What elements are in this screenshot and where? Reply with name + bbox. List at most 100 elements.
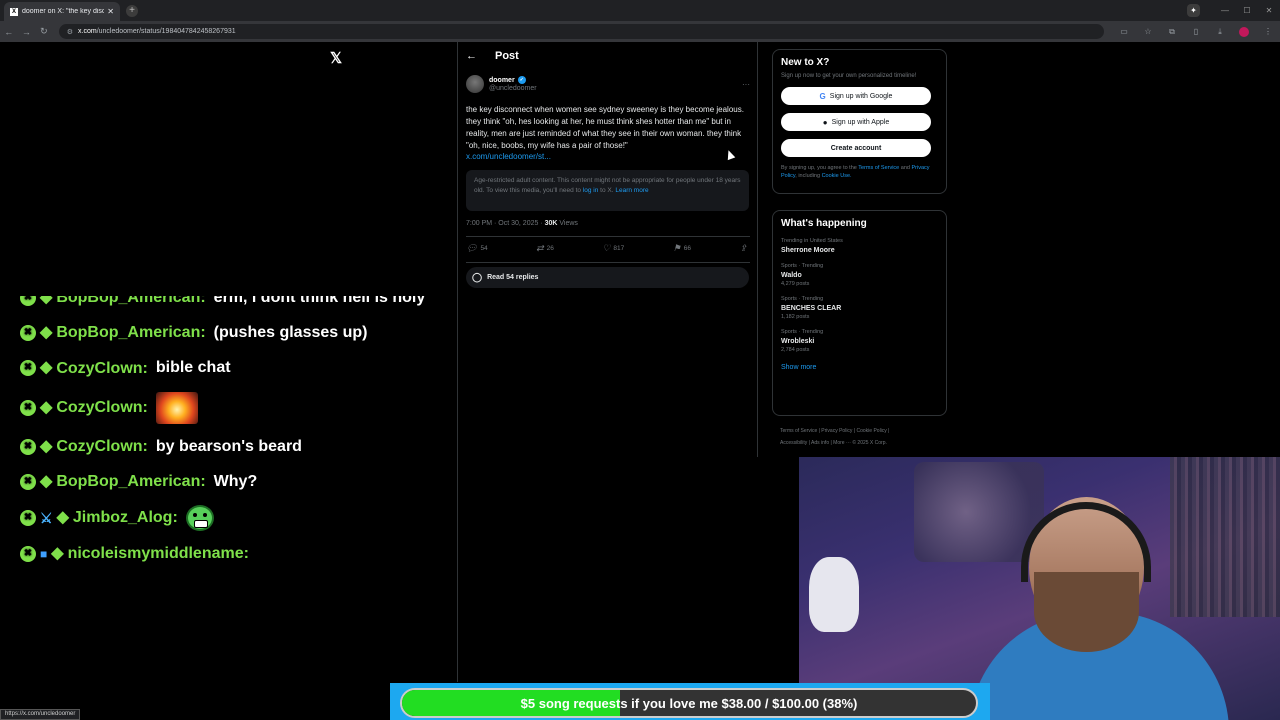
google-signup-button[interactable]: G Sign up with Google — [781, 87, 931, 105]
gift-badge-icon: ■ — [40, 547, 48, 562]
signup-subtitle: Sign up now to get your own personalized… — [781, 73, 917, 79]
post-link[interactable]: x.com/uncledoomer/st... — [466, 152, 551, 161]
extension-icon[interactable]: ✦ — [1187, 4, 1200, 17]
bookmark-button[interactable]: ⚑ 66 — [673, 243, 691, 254]
bookmark-icon: ⚑ — [672, 243, 681, 253]
webcam-feed — [799, 457, 1280, 720]
separator — [466, 262, 750, 263]
browser-tab[interactable]: X doomer on X: "the key disconnect ✕ — [4, 2, 120, 21]
age-login-link[interactable]: log in — [583, 187, 599, 194]
mod-badge-icon: ✖ — [20, 325, 36, 342]
mod-badge-icon: ✖ — [20, 360, 36, 377]
verified-badge-icon: ✓ — [517, 76, 526, 84]
trend-count: 4,279 posts — [781, 281, 810, 287]
menu-icon[interactable]: ⋮ — [1256, 27, 1280, 36]
chat-text: by bearson's beard — [155, 437, 302, 455]
reply-button[interactable]: 💬︎ 54 — [466, 243, 488, 254]
new-tab-button[interactable]: + — [126, 4, 138, 17]
legal-text: By signing up, you agree to the — [781, 165, 857, 171]
apple-icon: ● — [822, 117, 828, 127]
trend-item[interactable]: Sports · Trending Wrobleski 2,784 posts — [781, 329, 938, 353]
chat-username: CozyClown: — [56, 437, 148, 455]
apple-signup-label: Sign up with Apple — [831, 118, 890, 126]
diamond-badge-icon: ◆ — [40, 472, 53, 490]
trend-item[interactable]: Trending in United States Sherrone Moore — [781, 238, 938, 254]
diamond-badge-icon: ◆ — [40, 437, 53, 455]
legal-including: , including — [795, 173, 821, 179]
footer-line-1[interactable]: Terms of Service | Privacy Policy | Cook… — [780, 425, 950, 437]
mod-badge-icon: ✖ — [20, 510, 36, 527]
donation-goal-bar: $5 song requests if you love me $38.00 /… — [400, 688, 978, 718]
tab-close-icon[interactable]: ✕ — [107, 7, 114, 16]
chat-text: Why? — [213, 473, 258, 491]
repost-count: 26 — [546, 245, 554, 252]
author-display-name[interactable]: doomer ✓ — [489, 76, 537, 84]
cookie-link[interactable]: Cookie Use. — [822, 173, 852, 179]
trend-name: BENCHES CLEAR — [781, 305, 842, 312]
apple-signup-button[interactable]: ● Sign up with Apple — [781, 113, 931, 131]
like-button[interactable]: ♡ 817 — [602, 243, 624, 254]
create-account-button[interactable]: Create account — [781, 139, 931, 157]
trend-item[interactable]: Sports · Trending Waldo 4,279 posts — [781, 263, 938, 287]
bookmark-count: 66 — [683, 245, 692, 252]
minimize-icon[interactable]: — — [1214, 6, 1236, 15]
trend-name: Sherrone Moore — [781, 247, 835, 254]
author-avatar[interactable] — [466, 75, 484, 93]
learn-more-link[interactable]: Learn more — [615, 187, 648, 194]
mod-badge-icon: ✖ — [20, 399, 36, 416]
tab-title: doomer on X: "the key disconnect — [22, 8, 105, 15]
post-author: doomer ✓ @uncledoomer ··· — [466, 75, 750, 93]
extensions-icon[interactable]: ⧉ — [1160, 27, 1184, 37]
chat-message: ✖ ◆ CozyClown: by bearson's beard — [20, 435, 440, 459]
chat-username: Jimboz_Alog: — [72, 509, 178, 527]
x-logo-icon[interactable]: 𝕏 — [330, 49, 342, 67]
mod-badge-icon: ✖ — [20, 546, 36, 563]
close-window-icon[interactable]: ✕ — [1258, 6, 1280, 15]
chat-text: bible chat — [155, 359, 231, 377]
site-info-icon[interactable]: ⚙ — [67, 28, 73, 36]
back-icon[interactable]: ← — [0, 27, 18, 37]
show-more-link[interactable]: Show more — [781, 364, 938, 371]
post-timestamp[interactable]: 7:00 PM · Oct 30, 2025 · — [466, 220, 545, 227]
chat-message: ✖ ◆ BopBop_American: erm, i dont think hell… — [20, 296, 440, 310]
diamond-badge-icon: ◆ — [40, 324, 53, 342]
terms-link[interactable]: Terms of Service — [858, 165, 899, 171]
chat-message: ✖ ◆ BopBop_American: Why? — [20, 470, 440, 494]
repost-icon: ⇄ — [536, 243, 544, 253]
like-count: 817 — [613, 245, 625, 252]
repost-button[interactable]: ⇄ 26 — [536, 243, 554, 254]
share-button[interactable]: ⇪ — [739, 243, 750, 254]
url-path: /uncledoomer/status/1984047842458267931 — [96, 28, 236, 35]
read-replies-label: Read 54 replies — [487, 274, 539, 281]
sword-badge-icon: ⚔ — [40, 510, 53, 527]
author-handle[interactable]: @uncledoomer — [489, 85, 537, 92]
trend-count: 1,182 posts — [781, 314, 810, 320]
diamond-badge-icon: ◆ — [40, 359, 53, 377]
profile-avatar[interactable] — [1239, 26, 1249, 37]
signup-card: New to X? Sign up now to get your own pe… — [772, 49, 947, 194]
trend-item[interactable]: Sports · Trending BENCHES CLEAR 1,182 po… — [781, 296, 938, 320]
signup-legal: By signing up, you agree to the Terms of… — [781, 164, 938, 180]
more-options-icon[interactable]: ··· — [742, 80, 750, 89]
bookmark-star-icon[interactable]: ☆ — [1136, 27, 1160, 36]
reload-icon[interactable]: ↻ — [35, 26, 53, 37]
back-arrow-icon[interactable]: ← — [466, 50, 477, 62]
legal-and: and — [900, 165, 910, 171]
streamer-beard — [1034, 572, 1139, 652]
browser-tabbar: X doomer on X: "the key disconnect ✕ + ✦… — [0, 0, 1280, 21]
forward-icon[interactable]: → — [18, 27, 36, 37]
url-host: x.com — [78, 28, 97, 35]
separator — [466, 236, 750, 237]
stream-chat-overlay: ✖ ◆ BopBop_American: erm, i dont think hell… — [20, 296, 440, 660]
download-icon[interactable]: ⤓ — [1208, 27, 1232, 37]
footer-links[interactable]: Terms of Service | Privacy Policy | Cook… — [780, 425, 950, 449]
browser-toolbar: ← → ↻ ⚙ x.com /uncledoomer/status/198404… — [0, 21, 1280, 42]
address-bar[interactable]: ⚙ x.com /uncledoomer/status/198404784245… — [58, 24, 1104, 39]
read-replies-button[interactable]: ◯ Read 54 replies — [466, 267, 749, 288]
chat-text: (pushes glasses up) — [213, 324, 368, 342]
maximize-icon[interactable]: ☐ — [1236, 6, 1258, 15]
create-account-label: Create account — [830, 144, 882, 152]
footer-line-2[interactable]: Accessibility | Ads info | More ··· © 20… — [780, 437, 950, 449]
cast-icon[interactable]: ▭ — [1112, 27, 1136, 36]
sidepanel-icon[interactable]: ▯ — [1184, 27, 1208, 36]
